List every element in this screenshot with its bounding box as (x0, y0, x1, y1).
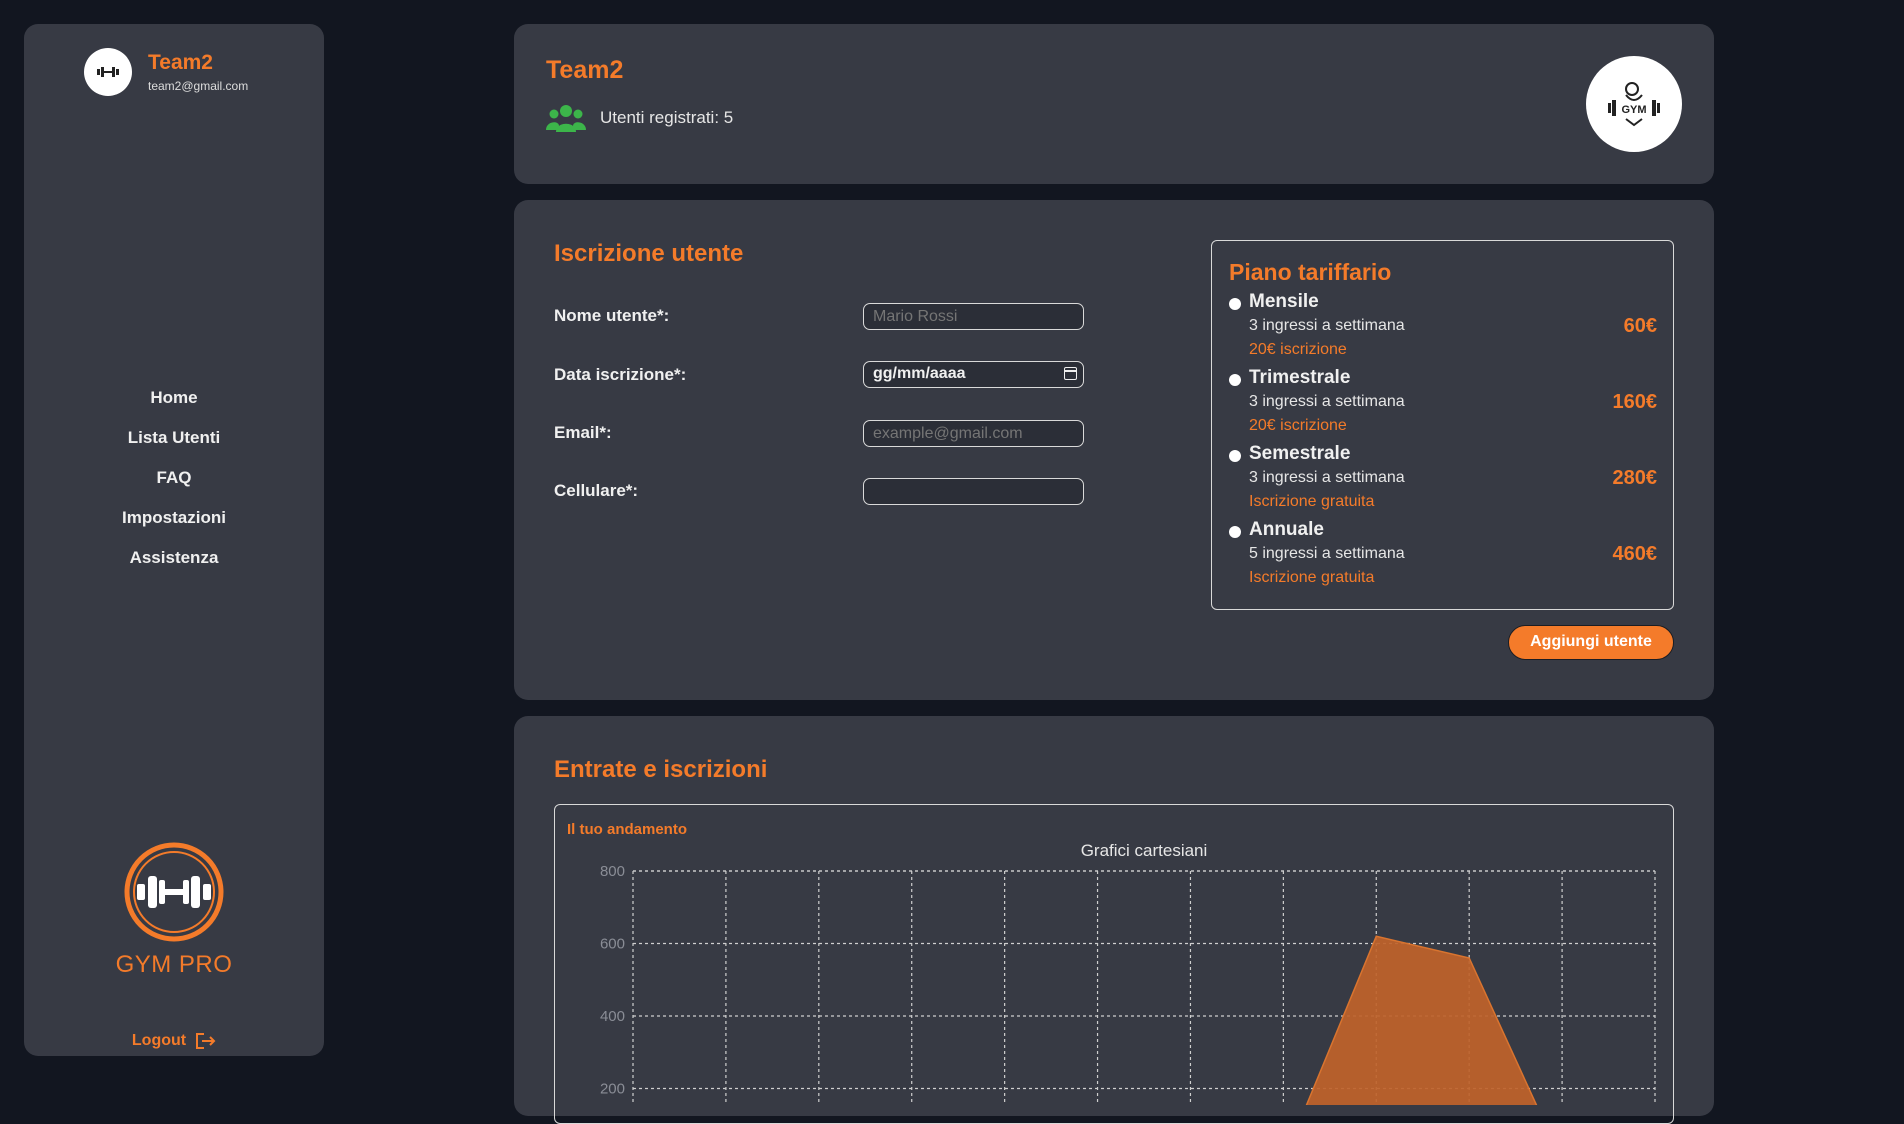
date-input[interactable]: gg/mm/aaaa (863, 361, 1084, 388)
nav-item-impostazioni[interactable]: Impostazioni (24, 498, 324, 538)
plan-radio[interactable] (1229, 526, 1241, 538)
plan-desc: 3 ingressi a settimana (1249, 317, 1405, 334)
revenue-card: Entrate e iscrizioni Il tuo andamento Gr… (514, 716, 1714, 1124)
registered-users-label: Utenti registrati: 5 (600, 108, 734, 127)
username-input[interactable] (863, 303, 1084, 330)
chart-title: Grafici cartesiani (1081, 841, 1208, 860)
page-title: Team2 (546, 56, 624, 84)
registration-card: Iscrizione utente Nome utente*: Data isc… (514, 200, 1714, 700)
plan-radio[interactable] (1229, 450, 1241, 462)
plan-fee: 20€ iscrizione (1249, 417, 1347, 434)
brand-name: GYM PRO (115, 951, 233, 978)
profile: Team2 team2@gmail.com (84, 48, 248, 96)
plan-desc: 3 ingressi a settimana (1249, 393, 1405, 410)
users-icon (546, 105, 586, 132)
sidebar: Team2 team2@gmail.com Home Lista Utenti … (24, 24, 324, 1056)
y-tick-label: 200 (600, 1081, 625, 1098)
nav-item-home[interactable]: Home (24, 378, 324, 418)
date-input-value: gg/mm/aaaa (873, 365, 966, 382)
chart: Grafici cartesiani 200 400 600 800 (600, 841, 1656, 1105)
phone-label: Cellulare*: (554, 481, 639, 500)
plan-desc: 5 ingressi a settimana (1249, 545, 1405, 562)
phone-input[interactable] (863, 478, 1084, 505)
plan-fee: Iscrizione gratuita (1249, 569, 1375, 586)
pricing-plans-title: Piano tariffario (1229, 259, 1392, 285)
plan-price: 280€ (1612, 467, 1658, 489)
calendar-icon[interactable] (1064, 367, 1077, 380)
dumbbell-icon (97, 67, 119, 77)
plan-option[interactable]: Trimestrale 3 ingressi a settimana 20€ i… (1229, 367, 1657, 443)
sidebar-nav: Home Lista Utenti FAQ Impostazioni Assis… (24, 378, 324, 578)
chart-box: Il tuo andamento Grafici cartesiani 200 40… (554, 804, 1674, 1124)
y-tick-label: 800 (600, 863, 625, 880)
gym-logo-icon: GYM (1608, 82, 1660, 127)
pricing-plans: Piano tariffario Mensile 3 ingressi a se… (1211, 240, 1674, 610)
plan-option[interactable]: Mensile 3 ingressi a settimana 20€ iscri… (1229, 291, 1657, 367)
logout-icon (196, 1033, 216, 1049)
logout-button[interactable]: Logout (24, 1032, 324, 1050)
plan-name: Mensile (1249, 291, 1319, 312)
header-card: Team2 Utenti registrati: 5 GYM (514, 24, 1714, 184)
avatar[interactable] (84, 48, 132, 96)
plan-price: 60€ (1623, 315, 1657, 337)
add-user-button[interactable]: Aggiungi utente (1508, 625, 1674, 660)
registered-users: Utenti registrati: 5 (546, 102, 733, 134)
y-tick-label: 600 (600, 936, 625, 953)
plan-price: 460€ (1612, 543, 1658, 565)
profile-name: Team2 (148, 51, 213, 74)
registration-title: Iscrizione utente (554, 240, 744, 267)
gym-logo: GYM (1586, 56, 1682, 152)
plan-price: 160€ (1612, 391, 1658, 413)
plan-name: Annuale (1249, 519, 1324, 540)
username-label: Nome utente*: (554, 306, 670, 325)
plan-option[interactable]: Annuale 5 ingressi a settimana Iscrizion… (1229, 519, 1657, 595)
nav-item-faq[interactable]: FAQ (24, 458, 324, 498)
nav-item-lista-utenti[interactable]: Lista Utenti (24, 418, 324, 458)
plan-radio[interactable] (1229, 298, 1241, 310)
y-tick-label: 400 (600, 1008, 625, 1025)
email-input[interactable] (863, 420, 1084, 447)
area-series (1305, 935, 1538, 1105)
logout-label: Logout (131, 1032, 187, 1049)
date-label: Data iscrizione*: (554, 365, 687, 384)
email-label: Email*: (554, 423, 612, 442)
plan-radio[interactable] (1229, 374, 1241, 386)
gym-pro-logo-icon (124, 842, 224, 942)
plan-desc: 3 ingressi a settimana (1249, 469, 1405, 486)
plan-option[interactable]: Semestrale 3 ingressi a settimana Iscriz… (1229, 443, 1657, 519)
nav-item-assistenza[interactable]: Assistenza (24, 538, 324, 578)
plan-name: Trimestrale (1249, 367, 1351, 388)
profile-email: team2@gmail.com (148, 79, 249, 93)
plan-name: Semestrale (1249, 443, 1351, 464)
plan-fee: Iscrizione gratuita (1249, 493, 1375, 510)
revenue-title: Entrate e iscrizioni (554, 756, 768, 783)
brand: GYM PRO (24, 842, 324, 979)
gym-logo-text: GYM (1621, 104, 1646, 116)
plan-fee: 20€ iscrizione (1249, 341, 1347, 358)
